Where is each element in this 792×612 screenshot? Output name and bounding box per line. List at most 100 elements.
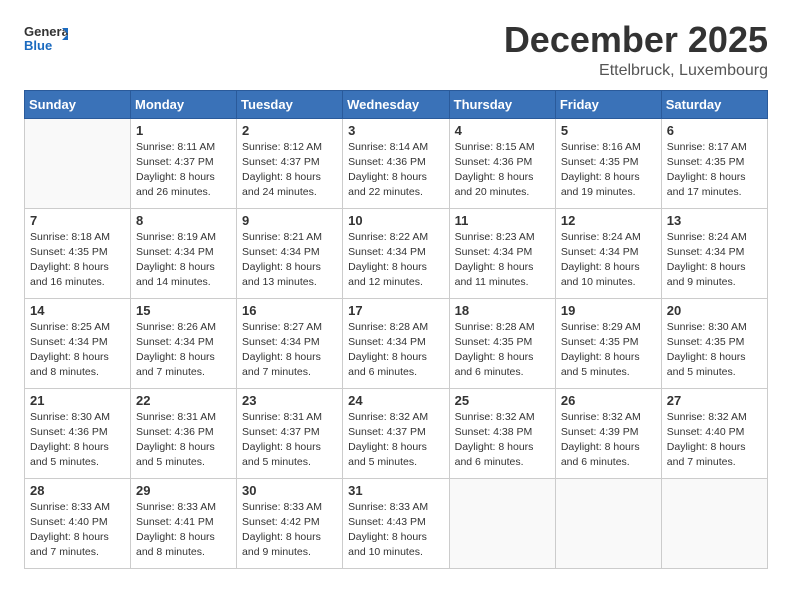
day-info: Sunrise: 8:28 AMSunset: 4:34 PMDaylight:… (348, 320, 443, 381)
day-info: Sunrise: 8:32 AMSunset: 4:37 PMDaylight:… (348, 410, 443, 471)
calendar-cell: 24Sunrise: 8:32 AMSunset: 4:37 PMDayligh… (343, 388, 449, 478)
day-number: 2 (242, 123, 337, 138)
day-info: Sunrise: 8:21 AMSunset: 4:34 PMDaylight:… (242, 230, 337, 291)
day-info: Sunrise: 8:31 AMSunset: 4:36 PMDaylight:… (136, 410, 231, 471)
calendar-cell (25, 118, 131, 208)
day-info: Sunrise: 8:24 AMSunset: 4:34 PMDaylight:… (667, 230, 762, 291)
calendar-cell: 26 Sunrise: 8:32 AMSunset: 4:39 PMDayligh… (555, 388, 661, 478)
day-number: 25 (455, 393, 550, 408)
calendar-cell: 22 Sunrise: 8:31 AMSunset: 4:36 PMDayligh… (131, 388, 237, 478)
day-info: Sunrise: 8:14 AMSunset: 4:36 PMDaylight:… (348, 140, 443, 201)
weekday-header-wednesday: Wednesday (343, 90, 449, 118)
weekday-header-thursday: Thursday (449, 90, 555, 118)
calendar-week-2: 14Sunrise: 8:25 AMSunset: 4:34 PMDayligh… (25, 298, 768, 388)
day-info: Sunrise: 8:32 AMSunset: 4:40 PMDaylight:… (667, 410, 762, 471)
day-number: 7 (30, 213, 125, 228)
day-number: 19 (561, 303, 656, 318)
day-number: 3 (348, 123, 443, 138)
calendar-cell: 13Sunrise: 8:24 AMSunset: 4:34 PMDayligh… (661, 208, 767, 298)
day-info: Sunrise: 8:18 AMSunset: 4:35 PMDaylight:… (30, 230, 125, 291)
weekday-header-sunday: Sunday (25, 90, 131, 118)
day-number: 21 (30, 393, 125, 408)
day-info: Sunrise: 8:19 AMSunset: 4:34 PMDaylight:… (136, 230, 231, 291)
calendar-cell: 2 Sunrise: 8:12 AMSunset: 4:37 PMDaylight… (237, 118, 343, 208)
svg-text:General: General (24, 24, 68, 39)
title-block: December 2025 Ettelbruck, Luxembourg (504, 20, 768, 80)
calendar-cell: 11 Sunrise: 8:23 AMSunset: 4:34 PMDayligh… (449, 208, 555, 298)
calendar-cell: 8 Sunrise: 8:19 AMSunset: 4:34 PMDaylight… (131, 208, 237, 298)
day-number: 5 (561, 123, 656, 138)
calendar-cell: 5 Sunrise: 8:16 AMSunset: 4:35 PMDaylight… (555, 118, 661, 208)
day-number: 10 (348, 213, 443, 228)
calendar-cell: 10 Sunrise: 8:22 AMSunset: 4:34 PMDayligh… (343, 208, 449, 298)
day-number: 1 (136, 123, 231, 138)
day-number: 8 (136, 213, 231, 228)
day-info: Sunrise: 8:23 AMSunset: 4:34 PMDaylight:… (455, 230, 550, 291)
day-info: Sunrise: 8:30 AMSunset: 4:36 PMDaylight:… (30, 410, 125, 471)
day-info: Sunrise: 8:16 AMSunset: 4:35 PMDaylight:… (561, 140, 656, 201)
day-number: 27 (667, 393, 762, 408)
calendar-cell: 19 Sunrise: 8:29 AMSunset: 4:35 PMDayligh… (555, 298, 661, 388)
calendar-cell: 25 Sunrise: 8:32 AMSunset: 4:38 PMDayligh… (449, 388, 555, 478)
weekday-header-monday: Monday (131, 90, 237, 118)
day-info: Sunrise: 8:11 AMSunset: 4:37 PMDaylight:… (136, 140, 231, 201)
day-info: Sunrise: 8:29 AMSunset: 4:35 PMDaylight:… (561, 320, 656, 381)
day-number: 11 (455, 213, 550, 228)
month-title: December 2025 (504, 20, 768, 60)
day-number: 14 (30, 303, 125, 318)
day-number: 16 (242, 303, 337, 318)
logo-icon: General Blue (24, 20, 68, 56)
day-info: Sunrise: 8:32 AMSunset: 4:38 PMDaylight:… (455, 410, 550, 471)
day-number: 12 (561, 213, 656, 228)
calendar-cell: 27 Sunrise: 8:32 AMSunset: 4:40 PMDayligh… (661, 388, 767, 478)
calendar-cell: 29Sunrise: 8:33 AMSunset: 4:41 PMDayligh… (131, 478, 237, 568)
day-number: 29 (136, 483, 231, 498)
day-number: 4 (455, 123, 550, 138)
day-info: Sunrise: 8:30 AMSunset: 4:35 PMDaylight:… (667, 320, 762, 381)
day-number: 18 (455, 303, 550, 318)
calendar-week-1: 7 Sunrise: 8:18 AMSunset: 4:35 PMDaylight… (25, 208, 768, 298)
day-info: Sunrise: 8:33 AMSunset: 4:43 PMDaylight:… (348, 500, 443, 561)
day-number: 31 (348, 483, 443, 498)
calendar-cell (449, 478, 555, 568)
day-number: 26 (561, 393, 656, 408)
calendar-cell: 20Sunrise: 8:30 AMSunset: 4:35 PMDayligh… (661, 298, 767, 388)
day-info: Sunrise: 8:12 AMSunset: 4:37 PMDaylight:… (242, 140, 337, 201)
calendar-cell: 28 Sunrise: 8:33 AMSunset: 4:40 PMDayligh… (25, 478, 131, 568)
calendar-body: 1 Sunrise: 8:11 AMSunset: 4:37 PMDaylight… (25, 118, 768, 568)
day-info: Sunrise: 8:33 AMSunset: 4:40 PMDaylight:… (30, 500, 125, 561)
day-info: Sunrise: 8:27 AMSunset: 4:34 PMDaylight:… (242, 320, 337, 381)
calendar-cell: 23 Sunrise: 8:31 AMSunset: 4:37 PMDayligh… (237, 388, 343, 478)
calendar-cell: 31 Sunrise: 8:33 AMSunset: 4:43 PMDayligh… (343, 478, 449, 568)
calendar-cell: 4 Sunrise: 8:15 AMSunset: 4:36 PMDaylight… (449, 118, 555, 208)
calendar-cell: 6Sunrise: 8:17 AMSunset: 4:35 PMDaylight… (661, 118, 767, 208)
day-info: Sunrise: 8:26 AMSunset: 4:34 PMDaylight:… (136, 320, 231, 381)
calendar-cell (661, 478, 767, 568)
day-number: 22 (136, 393, 231, 408)
calendar-header: SundayMondayTuesdayWednesdayThursdayFrid… (25, 90, 768, 118)
day-info: Sunrise: 8:22 AMSunset: 4:34 PMDaylight:… (348, 230, 443, 291)
calendar-week-4: 28 Sunrise: 8:33 AMSunset: 4:40 PMDayligh… (25, 478, 768, 568)
day-info: Sunrise: 8:31 AMSunset: 4:37 PMDaylight:… (242, 410, 337, 471)
day-number: 28 (30, 483, 125, 498)
calendar-week-3: 21 Sunrise: 8:30 AMSunset: 4:36 PMDayligh… (25, 388, 768, 478)
day-info: Sunrise: 8:17 AMSunset: 4:35 PMDaylight:… (667, 140, 762, 201)
svg-text:Blue: Blue (24, 38, 52, 53)
day-info: Sunrise: 8:32 AMSunset: 4:39 PMDaylight:… (561, 410, 656, 471)
calendar-cell: 17 Sunrise: 8:28 AMSunset: 4:34 PMDayligh… (343, 298, 449, 388)
calendar-cell: 7 Sunrise: 8:18 AMSunset: 4:35 PMDaylight… (25, 208, 131, 298)
day-number: 23 (242, 393, 337, 408)
calendar-cell: 15 Sunrise: 8:26 AMSunset: 4:34 PMDayligh… (131, 298, 237, 388)
day-info: Sunrise: 8:15 AMSunset: 4:36 PMDaylight:… (455, 140, 550, 201)
weekday-header-row: SundayMondayTuesdayWednesdayThursdayFrid… (25, 90, 768, 118)
logo: General Blue (24, 20, 68, 56)
day-number: 9 (242, 213, 337, 228)
calendar-week-0: 1 Sunrise: 8:11 AMSunset: 4:37 PMDaylight… (25, 118, 768, 208)
calendar-cell (555, 478, 661, 568)
calendar-cell: 1 Sunrise: 8:11 AMSunset: 4:37 PMDaylight… (131, 118, 237, 208)
weekday-header-saturday: Saturday (661, 90, 767, 118)
calendar-cell: 30Sunrise: 8:33 AMSunset: 4:42 PMDayligh… (237, 478, 343, 568)
day-number: 17 (348, 303, 443, 318)
day-number: 15 (136, 303, 231, 318)
calendar-cell: 9 Sunrise: 8:21 AMSunset: 4:34 PMDaylight… (237, 208, 343, 298)
